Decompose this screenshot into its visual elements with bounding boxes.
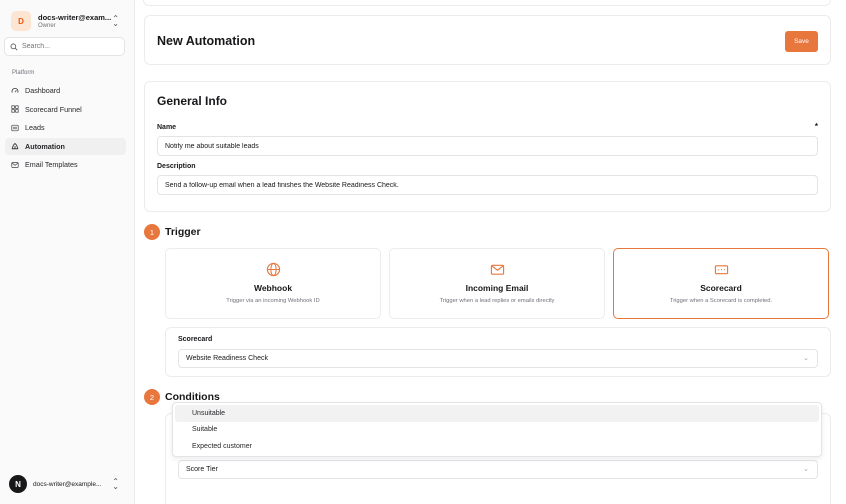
page-header: New Automation Save xyxy=(144,15,831,65)
account-avatar: D xyxy=(11,11,31,31)
trigger-option-description: Trigger when a Scorecard is completed. xyxy=(669,298,773,304)
scorecard-label: Scorecard xyxy=(178,336,213,343)
sidebar: D docs-writer@exam... Owner ⌃⌄ Platform … xyxy=(0,0,132,504)
mail-icon xyxy=(490,264,504,275)
chevron-up-down-icon: ⌃ ⌄ xyxy=(112,477,119,491)
account-info: docs-writer@exam... Owner xyxy=(38,13,114,29)
sidebar-nav: Dashboard Scorecard Funnel Leads Automat… xyxy=(5,82,126,175)
general-info-title: General Info xyxy=(157,94,228,108)
condition-options-dropdown: Unsuitable Suitable Expected customer xyxy=(172,402,822,457)
save-button[interactable]: Save xyxy=(785,31,818,52)
name-label: Name xyxy=(157,124,177,131)
sidebar-item-label: Scorecard Funnel xyxy=(25,104,82,114)
trigger-option-scorecard[interactable]: Scorecard Trigger when a Scorecard is co… xyxy=(613,248,829,319)
user-menu[interactable]: N docs-writer@example... ⌃ ⌄ xyxy=(7,473,125,495)
search-input[interactable] xyxy=(22,43,122,50)
top-card-edge xyxy=(143,0,831,6)
scorecard-icon xyxy=(714,265,728,275)
sidebar-item-label: Email Templates xyxy=(25,160,78,170)
page-title: New Automation xyxy=(157,34,256,48)
sidebar-item-automation[interactable]: Automation xyxy=(5,137,126,155)
scorecard-selected-value: Website Readiness Check xyxy=(186,355,268,362)
general-info-card: General Info Name * Description xyxy=(144,81,831,212)
trigger-option-title: Scorecard xyxy=(700,283,742,293)
user-avatar: N xyxy=(9,475,27,493)
trigger-option-description: Trigger via an incoming Webhook ID xyxy=(226,298,320,304)
name-field[interactable] xyxy=(157,136,818,156)
list-icon xyxy=(11,124,19,131)
chevron-up-down-icon: ⌃ ⌄ xyxy=(112,14,119,28)
sidebar-item-scorecard-funnel[interactable]: Scorecard Funnel xyxy=(5,101,126,119)
description-field[interactable] xyxy=(157,175,818,195)
mail-icon xyxy=(11,161,19,168)
sidebar-item-email-templates[interactable]: Email Templates xyxy=(5,156,126,174)
account-switcher[interactable]: D docs-writer@exam... Owner ⌃ ⌄ xyxy=(7,8,125,34)
nav-section-label: Platform xyxy=(12,70,35,76)
condition-field-select[interactable]: Score Tier ⌄ xyxy=(178,460,818,479)
sidebar-item-label: Dashboard xyxy=(25,86,61,96)
scorecard-select-card: Scorecard Website Readiness Check ⌄ xyxy=(165,327,831,377)
trigger-section-title: Trigger xyxy=(165,226,201,238)
workflow-icon xyxy=(11,143,19,150)
search-box[interactable] xyxy=(4,37,125,56)
trigger-option-title: Incoming Email xyxy=(465,283,529,293)
dropdown-option-expected-customer[interactable]: Expected customer xyxy=(175,438,819,455)
user-email: docs-writer@example... xyxy=(33,480,102,488)
conditions-step-badge: 2 xyxy=(144,389,160,405)
scorecard-select[interactable]: Website Readiness Check ⌄ xyxy=(178,349,818,368)
required-marker: * xyxy=(814,122,818,131)
search-icon xyxy=(10,43,18,50)
trigger-option-title: Webhook xyxy=(253,283,293,293)
sidebar-item-dashboard[interactable]: Dashboard xyxy=(5,82,126,100)
chevron-down-icon: ⌄ xyxy=(803,355,809,362)
trigger-option-webhook[interactable]: Webhook Trigger via an incoming Webhook … xyxy=(165,248,381,319)
chevron-down-icon: ⌄ xyxy=(803,466,809,473)
trigger-option-incoming-email[interactable]: Incoming Email Trigger when a lead repli… xyxy=(389,248,605,319)
gauge-icon xyxy=(11,87,19,93)
account-role: Owner xyxy=(38,23,56,29)
sidebar-item-label: Leads xyxy=(25,123,45,133)
dropdown-option-unsuitable[interactable]: Unsuitable xyxy=(175,405,819,422)
description-label: Description xyxy=(157,163,196,170)
trigger-option-description: Trigger when a lead replies or emails di… xyxy=(439,298,555,304)
sidebar-item-leads[interactable]: Leads xyxy=(5,119,126,137)
sidebar-item-label: Automation xyxy=(25,141,65,151)
globe-icon xyxy=(266,262,280,277)
grid-icon xyxy=(11,105,19,113)
dropdown-option-suitable[interactable]: Suitable xyxy=(175,422,819,439)
trigger-step-badge: 1 xyxy=(144,224,160,240)
account-email: docs-writer@exam... xyxy=(38,13,112,22)
condition-selected-value: Score Tier xyxy=(186,466,218,473)
